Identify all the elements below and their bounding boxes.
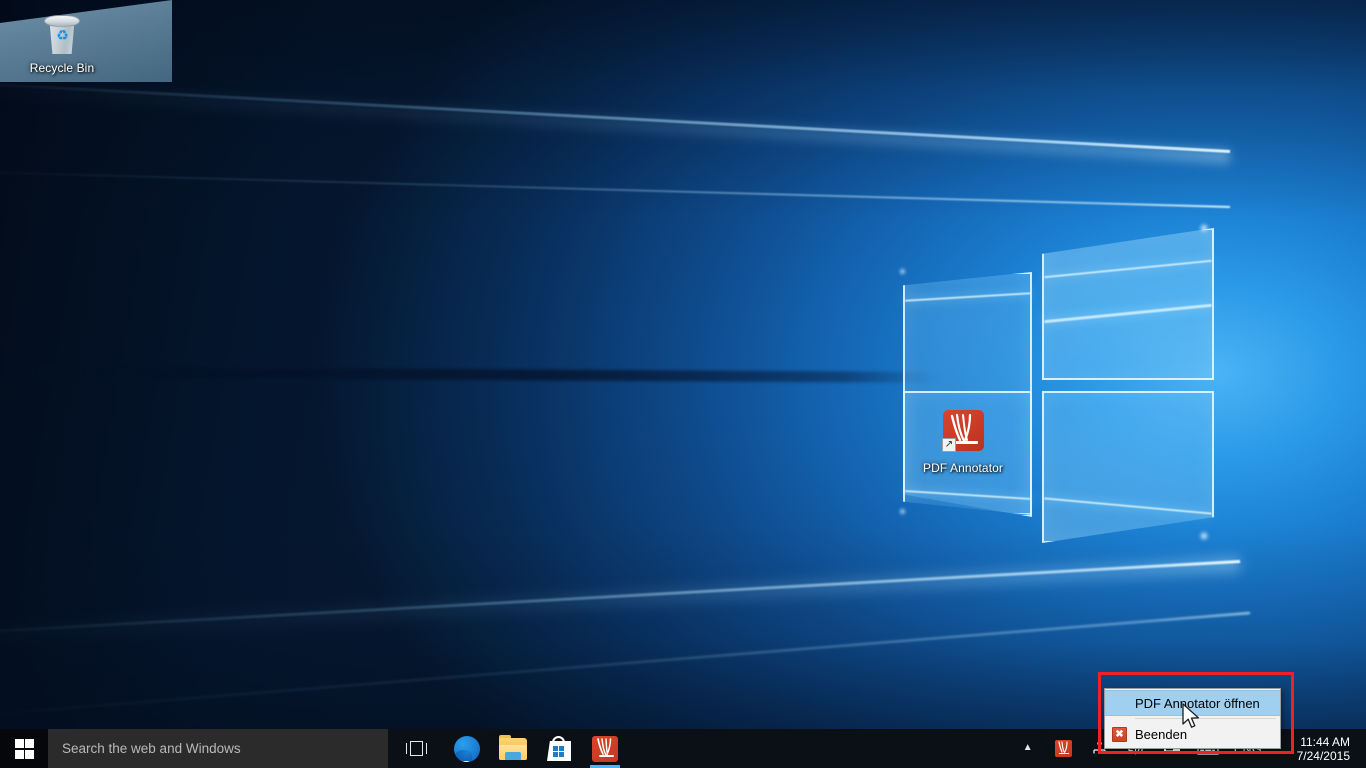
wallpaper-sparkle-1	[1199, 223, 1209, 233]
windows-logo-icon	[14, 739, 35, 759]
close-x-icon-wrap: ✖	[1105, 726, 1134, 742]
task-view-button[interactable]	[388, 729, 444, 768]
close-x-icon: ✖	[1112, 726, 1127, 742]
wallpaper-sparkle-2	[1199, 531, 1209, 541]
search-placeholder: Search the web and Windows	[62, 741, 241, 756]
desktop-icon-label: Recycle Bin	[29, 61, 95, 75]
wallpaper-sparkle-4	[899, 508, 906, 515]
pdf-annotator-icon: ↗	[939, 410, 987, 458]
clock[interactable]: 11:44 AM 7/24/2015	[1270, 729, 1362, 768]
tray-overflow-button[interactable]: ▲	[1010, 729, 1046, 768]
menu-item-open-pdf-annotator[interactable]: PDF Annotator öffnen	[1105, 690, 1280, 716]
store-bag-icon	[547, 736, 571, 761]
tray-icon-pdf-annotator[interactable]	[1046, 729, 1082, 768]
clock-date: 7/24/2015	[1296, 748, 1350, 763]
desktop[interactable]: ♻ Recycle Bin ↗ PDF Annotator	[0, 0, 1366, 729]
clock-time: 11:44 AM	[1300, 734, 1350, 749]
search-input[interactable]: Search the web and Windows	[48, 729, 388, 768]
screen: ♻ Recycle Bin ↗ PDF Annotator Search the…	[0, 0, 1366, 768]
start-button[interactable]	[0, 729, 48, 768]
taskbar-button-store[interactable]	[536, 729, 582, 768]
desktop-icon-pdf-annotator[interactable]: ↗ PDF Annotator	[915, 410, 1011, 475]
edge-icon	[454, 735, 480, 762]
taskbar-button-edge[interactable]	[444, 729, 490, 768]
task-view-icon	[405, 741, 427, 756]
menu-separator	[1135, 718, 1276, 719]
recycle-bin-icon: ♻	[38, 10, 86, 58]
desktop-icon-label: PDF Annotator	[922, 461, 1003, 475]
shortcut-arrow-icon: ↗	[942, 438, 956, 452]
menu-item-exit[interactable]: ✖ Beenden	[1105, 721, 1280, 747]
menu-item-label: Beenden	[1135, 726, 1188, 742]
desktop-icon-recycle-bin[interactable]: ♻ Recycle Bin	[14, 10, 110, 75]
pdf-annotator-icon	[1055, 740, 1073, 757]
chevron-up-icon: ▲	[1022, 742, 1033, 753]
wallpaper-sparkle-3	[899, 268, 906, 275]
taskbar-spacer	[628, 729, 1010, 768]
wallpaper-pane-top-right	[1042, 228, 1214, 380]
menu-item-label: PDF Annotator öffnen	[1135, 695, 1260, 711]
pdf-annotator-icon	[592, 735, 618, 762]
wallpaper-pane-bottom-right	[1042, 391, 1214, 543]
folder-icon	[499, 734, 527, 760]
pdf-annotator-tray-context-menu[interactable]: PDF Annotator öffnen ✖ Beenden	[1104, 688, 1281, 749]
taskbar-button-file-explorer[interactable]	[490, 729, 536, 768]
taskbar-button-pdf-annotator[interactable]	[582, 729, 628, 768]
